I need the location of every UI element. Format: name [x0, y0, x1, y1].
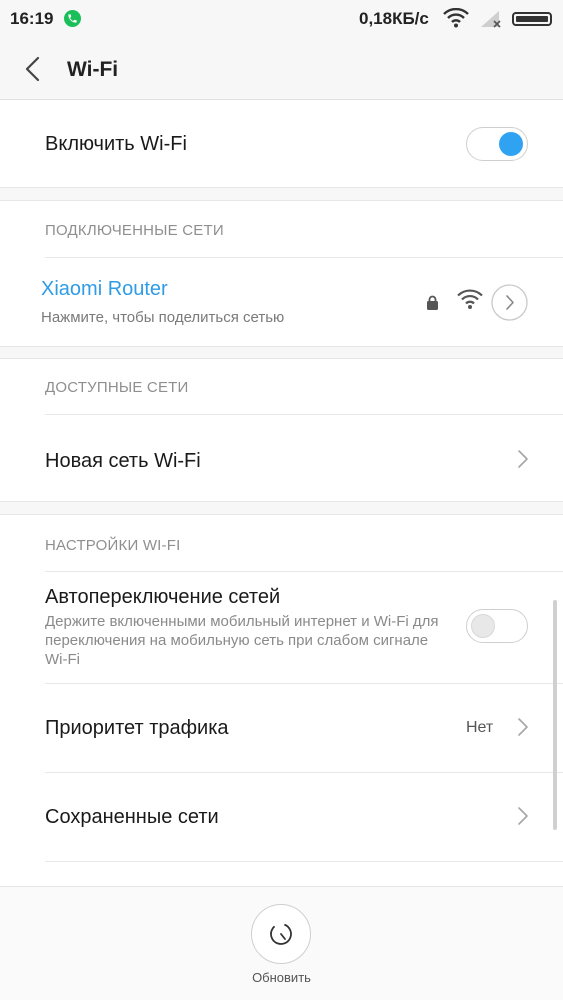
status-time: 16:19 — [10, 9, 54, 28]
page-title: Wi-Fi — [67, 58, 119, 81]
battery-full-icon — [512, 12, 552, 26]
connected-networks-heading: ПОДКЛЮЧЕННЫЕ СЕТИ — [45, 222, 224, 239]
traffic-priority-row[interactable]: Приоритет трафика Нет — [0, 684, 563, 772]
phone-call-icon — [64, 10, 81, 27]
scrollbar[interactable] — [553, 600, 557, 830]
chevron-right-circle-icon[interactable] — [491, 284, 528, 326]
saved-networks-row[interactable]: Сохраненные сети — [0, 773, 563, 861]
bottom-action-bar: Обновить — [0, 886, 563, 1000]
traffic-priority-label: Приоритет трафика — [45, 717, 229, 739]
refresh-button[interactable] — [251, 904, 311, 964]
status-bar: 16:19 0,18КБ/с — [0, 0, 563, 38]
refresh-label: Обновить — [252, 970, 311, 985]
chevron-left-icon[interactable] — [16, 52, 50, 86]
divider — [45, 861, 563, 862]
new-network-row[interactable]: Новая сеть Wi-Fi — [0, 415, 563, 503]
chevron-right-icon — [516, 805, 530, 827]
chevron-right-icon — [516, 716, 530, 738]
refresh-icon — [268, 921, 294, 947]
wifi-signal-icon — [443, 7, 469, 33]
cell-signal-no-sim-icon — [479, 9, 503, 34]
network-speed: 0,18КБ/с — [359, 9, 429, 28]
new-network-label: Новая сеть Wi-Fi — [45, 450, 201, 472]
connected-networks-section: ПОДКЛЮЧЕННЫЕ СЕТИ Xiaomi Router Нажмите,… — [0, 200, 563, 347]
lock-icon — [426, 295, 439, 315]
wifi-settings-section: НАСТРОЙКИ WI-FI Автопереключение сетей П… — [0, 514, 563, 886]
available-networks-heading: ДОСТУПНЫЕ СЕТИ — [45, 379, 189, 396]
traffic-priority-value: Нет — [466, 719, 494, 736]
chevron-right-icon — [516, 448, 530, 470]
wifi-toggle-switch[interactable] — [466, 127, 528, 161]
network-name: Xiaomi Router — [41, 278, 168, 300]
available-networks-section: ДОСТУПНЫЕ СЕТИ Новая сеть Wi-Fi — [0, 358, 563, 502]
wifi-settings-heading: НАСТРОЙКИ WI-FI — [45, 537, 181, 554]
wifi-toggle-label: Включить Wi-Fi — [45, 133, 187, 155]
saved-networks-label: Сохраненные сети — [45, 806, 219, 828]
auto-switch-description: Держите включенными мобильный интернет и… — [45, 613, 439, 668]
connected-network-row[interactable]: Xiaomi Router Нажмите, чтобы поделиться … — [0, 258, 563, 348]
auto-switch-label: Автопереключение сетей — [45, 586, 281, 608]
auto-switch-toggle[interactable] — [466, 609, 528, 643]
wifi-signal-icon — [457, 289, 483, 315]
top-app-bar: Wi-Fi — [0, 38, 563, 100]
network-subtitle: Нажмите, чтобы поделиться сетью — [41, 309, 285, 326]
wifi-toggle-row[interactable]: Включить Wi-Fi — [0, 100, 563, 188]
